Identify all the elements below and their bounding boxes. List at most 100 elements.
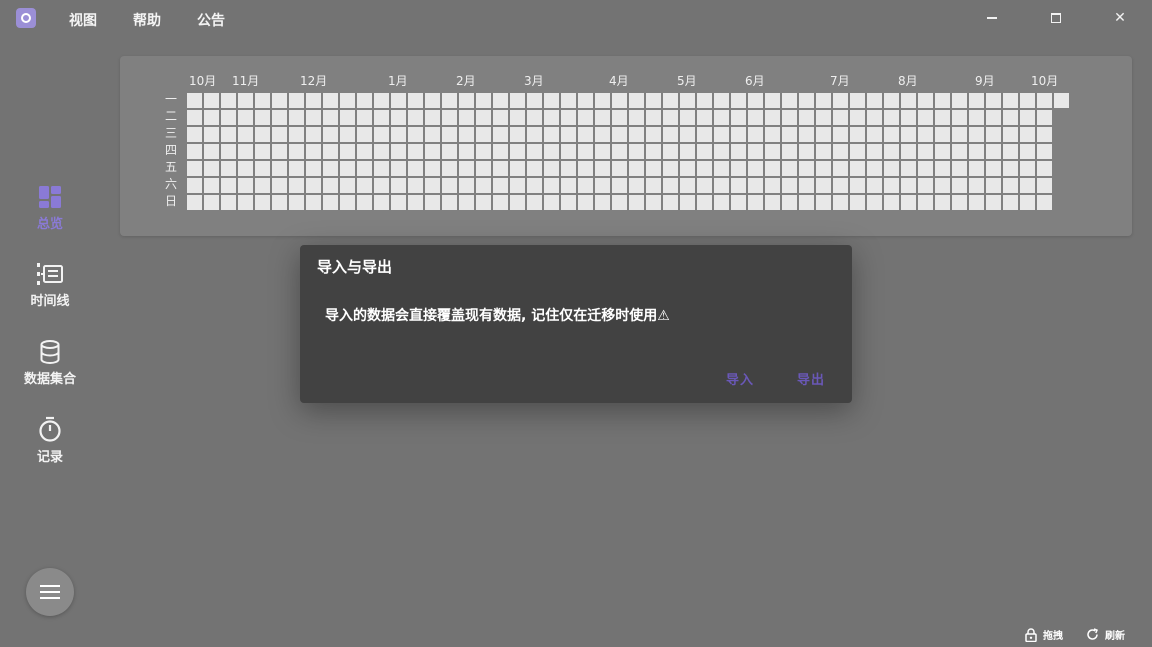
heatmap-cell[interactable]	[357, 161, 372, 176]
heatmap-cell[interactable]	[799, 195, 814, 210]
heatmap-cell[interactable]	[663, 93, 678, 108]
heatmap-cell[interactable]	[238, 178, 253, 193]
heatmap-cell[interactable]	[612, 195, 627, 210]
heatmap-cell[interactable]	[527, 93, 542, 108]
heatmap-cell[interactable]	[731, 195, 746, 210]
heatmap-cell[interactable]	[612, 127, 627, 142]
heatmap-cell[interactable]	[901, 144, 916, 159]
heatmap-cell[interactable]	[578, 195, 593, 210]
heatmap-cell[interactable]	[646, 110, 661, 125]
heatmap-cell[interactable]	[340, 195, 355, 210]
heatmap-cell[interactable]	[476, 195, 491, 210]
heatmap-cell[interactable]	[918, 127, 933, 142]
heatmap-cell[interactable]	[629, 195, 644, 210]
heatmap-cell[interactable]	[1054, 93, 1069, 108]
heatmap-cell[interactable]	[680, 93, 695, 108]
heatmap-cell[interactable]	[476, 110, 491, 125]
heatmap-cell[interactable]	[595, 178, 610, 193]
heatmap-cell[interactable]	[765, 178, 780, 193]
heatmap-cell[interactable]	[221, 161, 236, 176]
heatmap-cell[interactable]	[408, 144, 423, 159]
heatmap-cell[interactable]	[204, 161, 219, 176]
heatmap-cell[interactable]	[442, 161, 457, 176]
heatmap-cell[interactable]	[476, 127, 491, 142]
heatmap-cell[interactable]	[595, 127, 610, 142]
heatmap-cell[interactable]	[408, 161, 423, 176]
heatmap-cell[interactable]	[629, 127, 644, 142]
heatmap-cell[interactable]	[374, 127, 389, 142]
heatmap-cell[interactable]	[255, 178, 270, 193]
menu-help[interactable]: 帮助	[133, 10, 161, 30]
heatmap-cell[interactable]	[850, 161, 865, 176]
heatmap-cell[interactable]	[884, 110, 899, 125]
heatmap-cell[interactable]	[442, 127, 457, 142]
heatmap-cell[interactable]	[1037, 161, 1052, 176]
heatmap-cell[interactable]	[697, 161, 712, 176]
heatmap-cell[interactable]	[221, 144, 236, 159]
heatmap-cell[interactable]	[323, 144, 338, 159]
heatmap-cell[interactable]	[986, 178, 1001, 193]
minimize-button[interactable]	[978, 6, 1006, 30]
heatmap-cell[interactable]	[1020, 93, 1035, 108]
heatmap-cell[interactable]	[340, 161, 355, 176]
heatmap-cell[interactable]	[306, 195, 321, 210]
heatmap-cell[interactable]	[561, 110, 576, 125]
heatmap-cell[interactable]	[323, 178, 338, 193]
heatmap-cell[interactable]	[629, 144, 644, 159]
heatmap-cell[interactable]	[459, 195, 474, 210]
heatmap-cell[interactable]	[1003, 144, 1018, 159]
heatmap-cell[interactable]	[833, 127, 848, 142]
heatmap-cell[interactable]	[323, 195, 338, 210]
heatmap-cell[interactable]	[731, 93, 746, 108]
heatmap-cell[interactable]	[765, 161, 780, 176]
heatmap-cell[interactable]	[357, 178, 372, 193]
heatmap-cell[interactable]	[901, 178, 916, 193]
heatmap-cell[interactable]	[714, 144, 729, 159]
menu-view[interactable]: 视图	[69, 10, 97, 30]
heatmap-cell[interactable]	[493, 127, 508, 142]
heatmap-cell[interactable]	[459, 93, 474, 108]
heatmap-cell[interactable]	[221, 127, 236, 142]
heatmap-cell[interactable]	[255, 93, 270, 108]
heatmap-cell[interactable]	[952, 93, 967, 108]
heatmap-cell[interactable]	[833, 195, 848, 210]
heatmap-cell[interactable]	[816, 178, 831, 193]
heatmap-cell[interactable]	[476, 93, 491, 108]
heatmap-cell[interactable]	[731, 110, 746, 125]
heatmap-cell[interactable]	[187, 127, 202, 142]
heatmap-cell[interactable]	[289, 178, 304, 193]
heatmap-cell[interactable]	[374, 144, 389, 159]
heatmap-cell[interactable]	[816, 127, 831, 142]
heatmap-cell[interactable]	[289, 195, 304, 210]
sidebar-item-record[interactable]: 记录	[10, 416, 90, 465]
heatmap-cell[interactable]	[289, 144, 304, 159]
heatmap-cell[interactable]	[629, 110, 644, 125]
heatmap-cell[interactable]	[935, 144, 950, 159]
heatmap-cell[interactable]	[935, 161, 950, 176]
heatmap-cell[interactable]	[782, 127, 797, 142]
sidebar-item-data-collection[interactable]: 数据集合	[10, 340, 90, 387]
heatmap-cell[interactable]	[425, 161, 440, 176]
heatmap-cell[interactable]	[1037, 178, 1052, 193]
heatmap-cell[interactable]	[1020, 161, 1035, 176]
heatmap-cell[interactable]	[527, 110, 542, 125]
heatmap-cell[interactable]	[340, 127, 355, 142]
heatmap-cell[interactable]	[748, 127, 763, 142]
heatmap-cell[interactable]	[1020, 127, 1035, 142]
heatmap-cell[interactable]	[850, 127, 865, 142]
heatmap-cell[interactable]	[1037, 127, 1052, 142]
heatmap-cell[interactable]	[782, 195, 797, 210]
sidebar-item-timeline[interactable]: 时间线	[10, 262, 90, 309]
heatmap-cell[interactable]	[578, 127, 593, 142]
heatmap-cell[interactable]	[884, 161, 899, 176]
heatmap-cell[interactable]	[391, 93, 406, 108]
heatmap-cell[interactable]	[986, 195, 1001, 210]
heatmap-cell[interactable]	[306, 144, 321, 159]
heatmap-cell[interactable]	[561, 127, 576, 142]
heatmap-cell[interactable]	[238, 161, 253, 176]
heatmap-cell[interactable]	[714, 127, 729, 142]
heatmap-cell[interactable]	[782, 93, 797, 108]
heatmap-cell[interactable]	[221, 110, 236, 125]
heatmap-cell[interactable]	[578, 110, 593, 125]
heatmap-cell[interactable]	[459, 161, 474, 176]
